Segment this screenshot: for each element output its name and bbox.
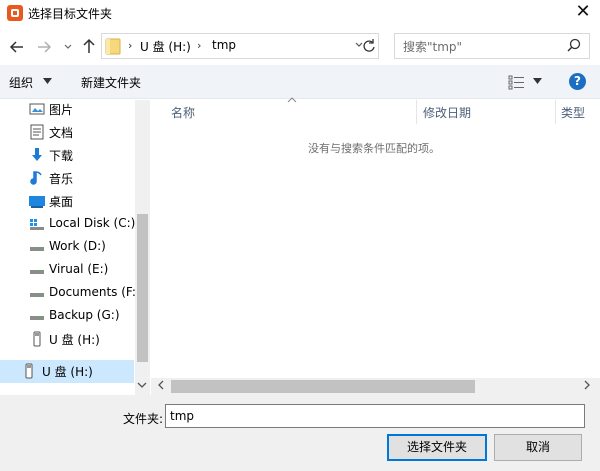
column-header-date-modified[interactable]: 修改日期 xyxy=(423,104,471,121)
refresh-icon xyxy=(363,39,375,52)
folder-name-input[interactable] xyxy=(165,404,585,428)
search-icon[interactable] xyxy=(566,37,582,53)
download-icon xyxy=(29,147,45,163)
sidebar-item-label: Backup (G:) xyxy=(49,308,120,322)
sidebar-item-label: Local Disk (C:) xyxy=(49,216,136,230)
desktop-icon xyxy=(29,193,45,209)
sidebar-item-label: 音乐 xyxy=(49,172,74,186)
organize-button[interactable]: 组织 xyxy=(9,74,33,91)
scroll-left-arrow-icon[interactable] xyxy=(157,380,165,393)
documents-icon xyxy=(29,124,45,140)
view-caret-down-icon[interactable] xyxy=(533,77,542,87)
sidebar-item-label: U 盘 (H:) xyxy=(49,333,100,347)
sidebar-item-label: Virual (E:) xyxy=(49,262,109,276)
pictures-icon xyxy=(29,101,45,117)
sidebar-item-drive-g[interactable]: Backup (G:) xyxy=(0,305,135,327)
sidebar-item-drive-c[interactable]: Local Disk (C:) xyxy=(0,213,135,235)
column-divider[interactable] xyxy=(555,100,556,124)
folder-label: 文件夹: xyxy=(123,412,164,426)
cancel-button[interactable]: 取消 xyxy=(494,434,582,461)
sidebar-item-music[interactable]: 音乐 xyxy=(0,167,135,189)
help-icon[interactable]: ? xyxy=(569,73,586,90)
sidebar-item-pictures[interactable]: 图片 xyxy=(0,98,135,120)
sidebar-item-label: U 盘 (H:) xyxy=(42,365,93,379)
breadcrumb-separator[interactable]: › xyxy=(128,39,132,52)
sidebar-item-label: 桌面 xyxy=(49,195,74,209)
column-divider[interactable] xyxy=(416,100,417,124)
drive-icon xyxy=(29,262,45,278)
organize-caret-down-icon[interactable] xyxy=(43,77,52,87)
view-options-icon[interactable] xyxy=(508,74,526,90)
column-header-name[interactable]: 名称 xyxy=(171,104,195,121)
sidebar-item-label: Documents (F:) xyxy=(49,285,141,299)
sort-ascending-icon xyxy=(287,96,297,105)
recent-locations-chevron-down-icon[interactable] xyxy=(62,40,74,54)
sidebar-item-label: 下载 xyxy=(49,149,74,163)
drive-icon xyxy=(29,285,45,301)
usb-drive-icon xyxy=(21,363,37,379)
refresh-button[interactable] xyxy=(358,33,380,59)
sidebar-item-desktop[interactable]: 桌面 xyxy=(0,190,135,212)
sidebar-item-label: 图片 xyxy=(49,103,74,117)
new-folder-button[interactable]: 新建文件夹 xyxy=(81,74,141,91)
empty-results-message: 没有与搜索条件匹配的项。 xyxy=(308,142,440,155)
sidebar-item-drive-e[interactable]: Virual (E:) xyxy=(0,259,135,281)
back-arrow-icon[interactable] xyxy=(8,38,26,56)
breadcrumb-folder[interactable]: tmp xyxy=(212,38,236,52)
drive-icon xyxy=(29,308,45,324)
sidebar-item-label: Work (D:) xyxy=(49,239,106,253)
system-drive-icon xyxy=(29,216,45,232)
sidebar-item-label: 文档 xyxy=(49,126,74,140)
search-placeholder: 搜索"tmp" xyxy=(403,40,463,54)
window-title: 选择目标文件夹 xyxy=(28,7,113,21)
scroll-down-arrow-icon[interactable] xyxy=(137,381,147,391)
column-header-type[interactable]: 类型 xyxy=(561,104,585,121)
drive-icon xyxy=(29,239,45,255)
close-button[interactable]: ✕ xyxy=(566,0,600,26)
forward-arrow-icon[interactable] xyxy=(35,38,53,56)
breadcrumb-drive[interactable]: U 盘 (H:) xyxy=(140,38,191,55)
sidebar-item-documents[interactable]: 文档 xyxy=(0,121,135,143)
sidebar-item-drive-f[interactable]: Documents (F:) xyxy=(0,282,141,304)
select-folder-button[interactable]: 选择文件夹 xyxy=(387,434,487,461)
usb-drive-icon xyxy=(29,331,45,347)
sidebar-item-downloads[interactable]: 下载 xyxy=(0,144,135,166)
sidebar-item-drive-h[interactable]: U 盘 (H:) xyxy=(0,328,135,350)
navigation-pane: 图片 文档 下载 音乐 桌面 Local Disk (C:) Work (D:)… xyxy=(0,100,150,394)
folder-icon xyxy=(105,37,121,55)
sidebar-item-usb-drive-selected[interactable]: U 盘 (H:) xyxy=(0,360,134,383)
music-icon xyxy=(29,170,45,186)
app-icon xyxy=(7,5,23,21)
horizontal-scrollbar-thumb[interactable] xyxy=(171,380,475,393)
up-arrow-icon[interactable] xyxy=(80,37,98,55)
scroll-right-arrow-icon[interactable] xyxy=(583,380,591,393)
sidebar-scrollbar-thumb[interactable] xyxy=(137,214,148,362)
breadcrumb-separator[interactable]: › xyxy=(197,39,201,52)
sidebar-item-drive-d[interactable]: Work (D:) xyxy=(0,236,135,258)
